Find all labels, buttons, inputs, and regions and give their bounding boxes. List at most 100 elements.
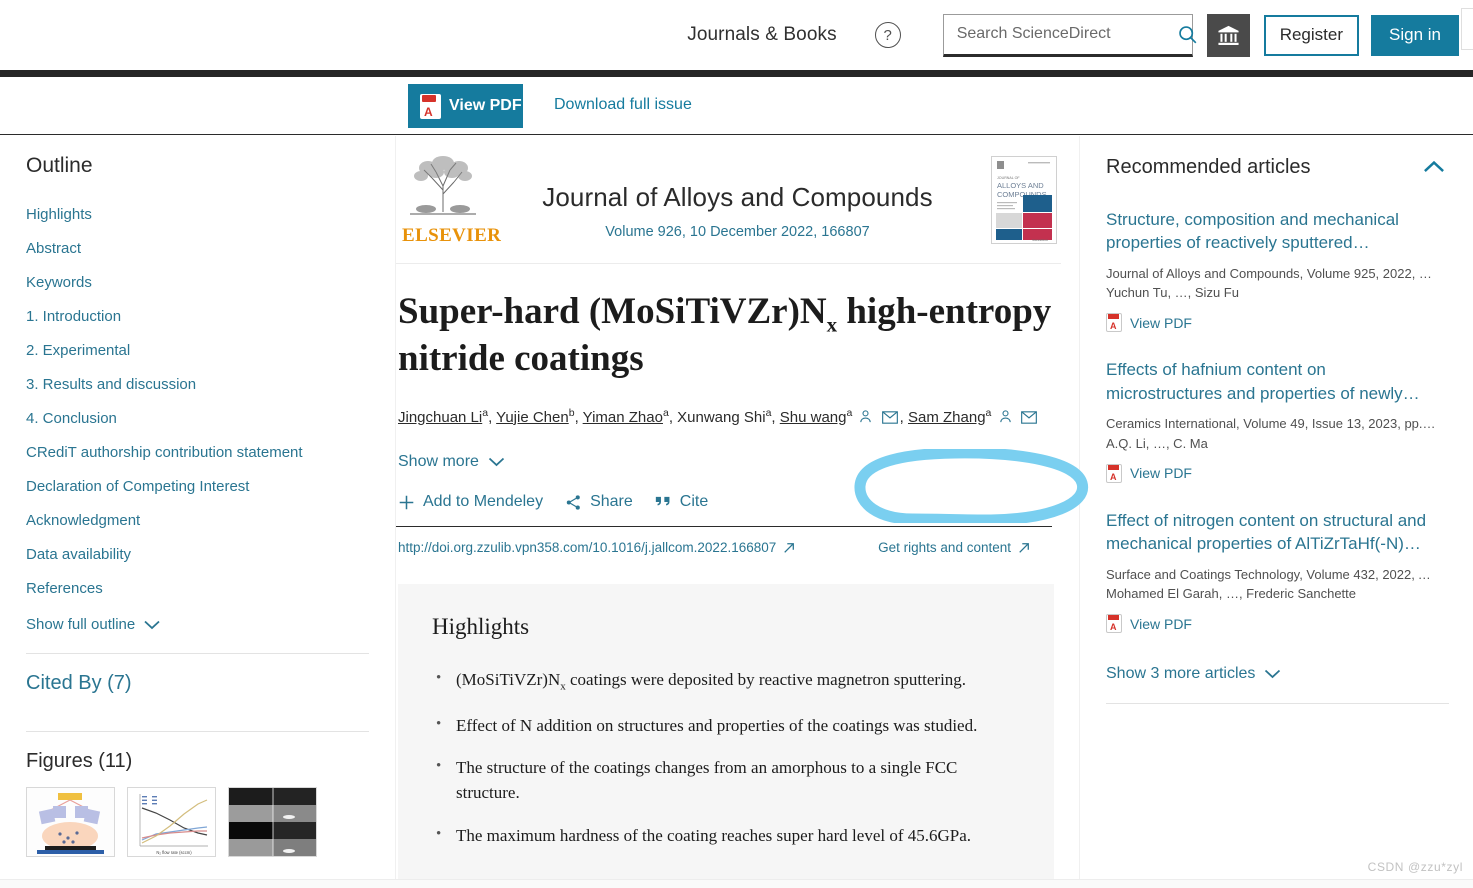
register-button[interactable]: Register: [1263, 14, 1359, 56]
author-affil-2: b: [568, 406, 575, 419]
author-link-5[interactable]: Shu wang: [780, 409, 847, 426]
share-button[interactable]: Share: [565, 493, 633, 511]
elsevier-logo: ELSEVIER: [402, 156, 502, 247]
search-icon[interactable]: [1175, 22, 1200, 47]
outline-item-abstract[interactable]: Abstract: [26, 232, 395, 266]
highlights-panel: Highlights (MoSiTiVZr)Nx coatings were d…: [398, 584, 1054, 888]
highlight-item-4: The maximum hardness of the coating reac…: [432, 815, 1012, 858]
figure-thumbnail-3[interactable]: [228, 787, 317, 857]
article-title-subscript: x: [826, 312, 838, 337]
person-icon[interactable]: [858, 407, 873, 433]
chevron-down-icon: [1265, 670, 1281, 679]
add-to-mendeley-button[interactable]: Add to Mendeley: [398, 493, 543, 511]
sign-in-button[interactable]: Sign in: [1371, 14, 1459, 56]
recommended-article-3: Effect of nitrogen content on structural…: [1106, 483, 1449, 634]
outline-item-conclusion[interactable]: 4. Conclusion: [26, 402, 395, 436]
outline-item-experimental[interactable]: 2. Experimental: [26, 334, 395, 368]
outline-item-introduction[interactable]: 1. Introduction: [26, 300, 395, 334]
search-input[interactable]: [956, 25, 1164, 43]
envelope-icon[interactable]: [881, 407, 898, 433]
envelope-icon[interactable]: [1020, 407, 1037, 433]
search-box[interactable]: [942, 13, 1197, 57]
recommended-article-authors-1: Yuchun Tu, …, Sizu Fu: [1106, 285, 1239, 301]
outline-item-keywords[interactable]: Keywords: [26, 266, 395, 300]
help-icon[interactable]: ?: [874, 22, 901, 48]
author-link-2[interactable]: Yujie Chen: [496, 409, 569, 426]
author-affil-4: a: [765, 406, 772, 419]
recommended-article-title-2[interactable]: Effects of hafnium content on microstruc…: [1106, 358, 1431, 405]
recommended-article-2: Effects of hafnium content on microstruc…: [1106, 332, 1449, 483]
figure-thumbnail-row: N₂ flow rate (sccm): [26, 787, 395, 857]
outline-list: Highlights Abstract Keywords 1. Introduc…: [26, 198, 395, 606]
recommended-article-meta-1: Journal of Alloys and Compounds, Volume …: [1106, 265, 1432, 281]
top-header: Journals & Books ? Register Sign in: [0, 0, 1473, 70]
author-link-1[interactable]: Jingchuan Li: [398, 409, 482, 426]
download-full-issue-link[interactable]: Download full issue: [554, 96, 692, 114]
highlight-text-1b: coatings were deposited by reactive magn…: [565, 670, 967, 690]
outline-item-results-and-discussion[interactable]: 3. Results and discussion: [26, 368, 395, 402]
highlight-item-2: Effect of N addition on structures and p…: [432, 705, 1012, 748]
journal-cover-thumbnail[interactable]: JOURNAL OF ALLOYS AND COMPOUNDS ScienceD…: [991, 156, 1057, 244]
doi-link[interactable]: http://doi.org.zzulib.vpn358.com/10.1016…: [398, 540, 795, 555]
view-pdf-label: View PDF: [1130, 615, 1192, 632]
figure-thumbnail-2[interactable]: N₂ flow rate (sccm): [127, 787, 216, 857]
share-nodes-icon: [566, 495, 580, 510]
outline-sidebar: Outline Highlights Abstract Keywords 1. …: [0, 136, 396, 888]
svg-text:ScienceDirect: ScienceDirect: [1032, 238, 1048, 242]
journals-and-books-link[interactable]: Journals & Books: [687, 24, 836, 46]
chevron-down-icon: [144, 620, 160, 629]
pdf-file-icon: [1106, 313, 1122, 333]
pdf-toolbar: View PDF Download full issue: [0, 77, 1473, 135]
show-more-articles-label: Show 3 more articles: [1106, 665, 1256, 683]
author-affil-6: a: [985, 406, 992, 419]
author-link-6[interactable]: Sam Zhang: [908, 409, 986, 426]
svg-text:N₂ flow rate (sccm): N₂ flow rate (sccm): [156, 850, 192, 855]
outline-item-references[interactable]: References: [26, 572, 395, 606]
article-title-pre: Super-hard (MoSiTiVZr)N: [398, 291, 827, 332]
outline-item-highlights[interactable]: Highlights: [26, 198, 395, 232]
recommended-article-title-3[interactable]: Effect of nitrogen content on structural…: [1106, 509, 1431, 556]
show-more-authors-button[interactable]: Show more: [396, 432, 505, 471]
journal-name: Journal of Alloys and Compounds: [542, 182, 933, 212]
author-list: Jingchuan Lia, Yujie Chenb, Yiman Zhaoa,…: [396, 381, 1061, 433]
cited-by-link[interactable]: Cited By (7): [26, 654, 395, 711]
quote-icon: [655, 497, 670, 506]
outline-item-acknowledgment[interactable]: Acknowledgment: [26, 504, 395, 538]
outline-item-data-availability[interactable]: Data availability: [26, 538, 395, 572]
person-icon[interactable]: [998, 407, 1013, 433]
view-pdf-button[interactable]: View PDF: [408, 84, 523, 128]
elsevier-wordmark: ELSEVIER: [402, 225, 502, 246]
author-name-4: Xunwang Shi: [677, 408, 766, 426]
external-link-icon: [1019, 542, 1029, 553]
cite-button[interactable]: Cite: [655, 493, 708, 511]
recommended-article-title-1[interactable]: Structure, composition and mechanical pr…: [1106, 208, 1431, 255]
outline-item-competing-interest[interactable]: Declaration of Competing Interest: [26, 470, 395, 504]
outline-item-credit-statement[interactable]: CRediT authorship contribution statement: [26, 436, 395, 470]
recommended-view-pdf-2[interactable]: View PDF: [1106, 463, 1449, 483]
author-link-3[interactable]: Yiman Zhao: [583, 409, 663, 426]
institution-bank-icon[interactable]: [1206, 13, 1250, 57]
journal-volume-line[interactable]: Volume 926, 10 December 2022, 166807: [484, 224, 991, 240]
recommended-divider: [1106, 703, 1449, 705]
show-full-outline-button[interactable]: Show full outline: [26, 606, 395, 633]
chevron-up-icon[interactable]: [1419, 156, 1449, 182]
recommended-view-pdf-3[interactable]: View PDF: [1106, 614, 1449, 634]
svg-text:JOURNAL OF: JOURNAL OF: [997, 176, 1020, 180]
show-more-articles-button[interactable]: Show 3 more articles: [1106, 633, 1449, 703]
share-label: Share: [590, 493, 633, 511]
pdf-file-icon: [420, 93, 441, 119]
show-full-outline-label: Show full outline: [26, 616, 136, 633]
recommended-article-authors-3: Mohamed El Garah, …, Frederic Sanchette: [1106, 586, 1357, 602]
plus-icon: [399, 495, 414, 510]
highlight-item-1: (MoSiTiVZr)Nx coatings were deposited by…: [432, 659, 1012, 704]
highlight-item-3: The structure of the coatings changes fr…: [432, 747, 1012, 814]
recommended-view-pdf-1[interactable]: View PDF: [1106, 313, 1449, 333]
recommended-article-meta-2: Ceramics International, Volume 49, Issue…: [1106, 416, 1436, 432]
figure-thumbnail-1[interactable]: [26, 787, 115, 857]
recommended-article-authors-2: A.Q. Li, …, C. Ma: [1106, 435, 1208, 451]
get-rights-and-content-link[interactable]: Get rights and content: [878, 540, 1030, 555]
outline-title: Outline: [26, 154, 93, 177]
svg-text:ALLOYS AND: ALLOYS AND: [997, 181, 1044, 190]
view-pdf-label: View PDF: [1130, 314, 1192, 331]
doi-row: http://doi.org.zzulib.vpn358.com/10.1016…: [396, 526, 1052, 555]
